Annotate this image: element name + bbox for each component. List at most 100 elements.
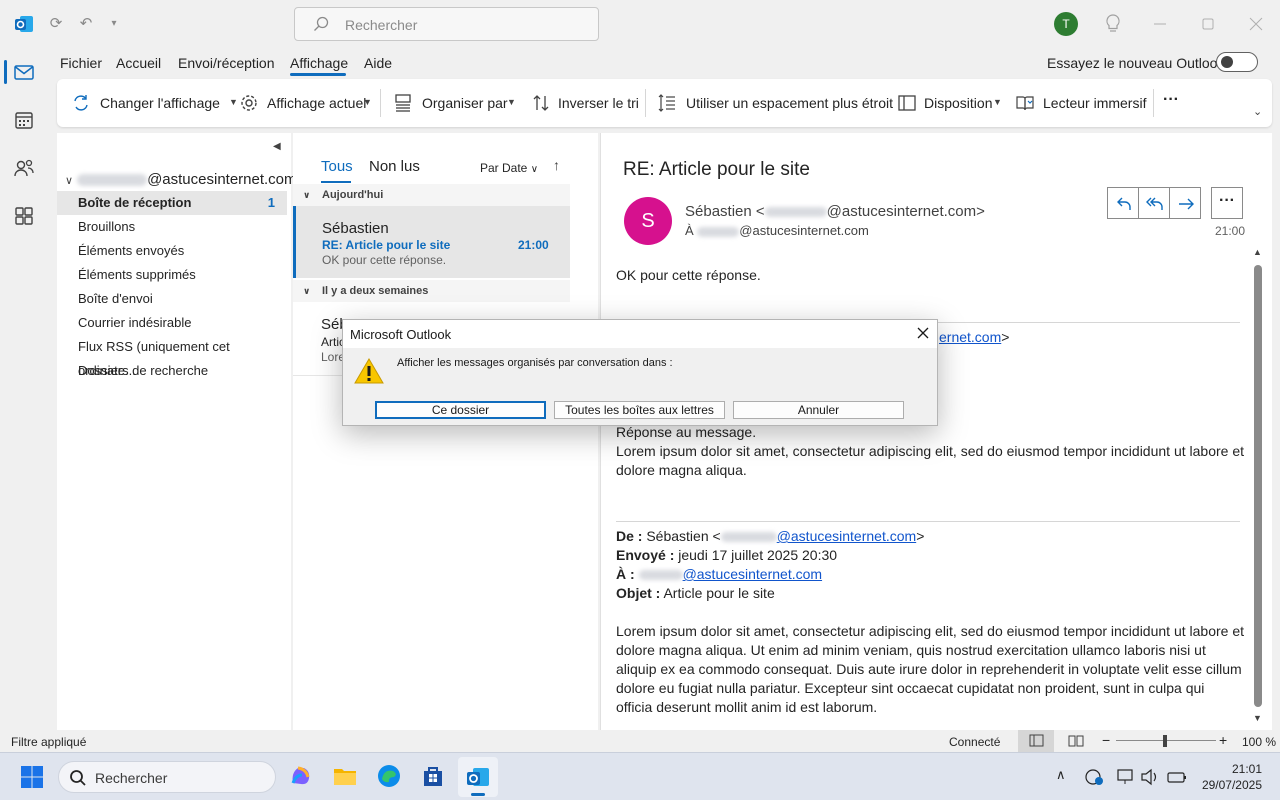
user-avatar[interactable]: T <box>1054 12 1078 36</box>
cancel-button[interactable]: Annuler <box>733 401 904 419</box>
group-label: Aujourd'hui <box>322 189 384 201</box>
edge-icon[interactable] <box>376 763 402 789</box>
reply-all-button[interactable] <box>1138 187 1170 219</box>
folder-sent[interactable]: Éléments envoyés <box>57 239 287 263</box>
folder-label: Éléments supprimés <box>78 267 196 282</box>
menu-affichage[interactable]: Affichage <box>290 55 348 71</box>
sort-by-dropdown[interactable]: Par Date ∨ <box>480 161 538 175</box>
outlook-taskbar-button[interactable] <box>458 757 498 797</box>
volume-icon[interactable] <box>1140 768 1160 786</box>
this-folder-button[interactable]: Ce dossier <box>375 401 546 419</box>
file-explorer-icon[interactable] <box>332 763 358 789</box>
layout-button[interactable]: Disposition ▼ <box>897 93 1005 113</box>
reading-scrollbar[interactable]: ▲ ▼ <box>1252 247 1264 729</box>
change-view-button[interactable]: Changer l'affichage ▼ <box>71 93 238 113</box>
label: De : <box>616 528 643 544</box>
scroll-up-icon[interactable]: ▲ <box>1253 247 1262 257</box>
scrollbar-thumb[interactable] <box>1254 265 1262 707</box>
reply-button[interactable] <box>1107 187 1139 219</box>
spacing-icon <box>658 94 675 112</box>
folder-inbox[interactable]: Boîte de réception 1 <box>57 191 287 215</box>
zoom-in-icon[interactable]: + <box>1219 732 1227 748</box>
undo-icon[interactable]: ↶ <box>76 14 96 34</box>
group-header-two-weeks[interactable]: ∨ Il y a deux semaines <box>293 280 570 302</box>
battery-icon[interactable] <box>1166 768 1188 786</box>
message-list: Tous Non lus Par Date ∨ ↑ ∨ Aujourd'hui … <box>293 133 598 730</box>
account-header[interactable]: ∨ @astucesinternet.com <box>65 171 297 188</box>
folder-rss[interactable]: Flux RSS (uniquement cet ordinate... <box>57 335 287 378</box>
search-input[interactable]: Rechercher <box>294 7 599 41</box>
network-icon[interactable] <box>1084 768 1104 786</box>
apps-icon[interactable] <box>12 204 36 228</box>
reading-view-icon[interactable] <box>1068 734 1084 748</box>
forward-button[interactable] <box>1169 187 1201 219</box>
people-icon[interactable] <box>12 156 36 180</box>
folder-drafts[interactable]: Brouillons <box>57 215 287 239</box>
all-mailboxes-button[interactable]: Toutes les boîtes aux lettres <box>554 401 725 419</box>
partial-sender-link[interactable]: ernet.com> <box>939 328 1039 347</box>
redacted-sender <box>720 532 777 543</box>
folder-deleted[interactable]: Éléments supprimés <box>57 263 287 287</box>
toggle-knob <box>1221 56 1233 68</box>
close-window-icon[interactable] <box>1246 14 1266 34</box>
zoom-level[interactable]: 100 % <box>1242 735 1276 749</box>
list-item-selected[interactable]: Sébastien RE: Article pour le site 21:00… <box>293 206 570 278</box>
current-view-button[interactable]: Affichage actuel ▼ <box>239 93 372 113</box>
recipient-email-link[interactable]: @astucesinternet.com <box>683 566 823 582</box>
dialog-title-bar: Microsoft Outlook <box>343 320 937 348</box>
calendar-icon[interactable] <box>12 108 36 132</box>
menu-envoi-reception[interactable]: Envoi/réception <box>178 55 275 71</box>
try-new-outlook-toggle[interactable] <box>1216 52 1258 72</box>
immersive-reader-icon <box>1016 96 1034 111</box>
spacing-label: Utiliser un espacement plus étroit <box>686 95 893 111</box>
reverse-sort-button[interactable]: Inverser le tri <box>531 93 641 113</box>
menu-accueil[interactable]: Accueil <box>116 55 161 71</box>
more-actions-button[interactable]: ··· <box>1211 187 1243 219</box>
zoom-slider-thumb[interactable] <box>1163 735 1167 747</box>
redacted-recipient <box>697 226 740 237</box>
tab-unread[interactable]: Non lus <box>369 158 420 175</box>
folder-outbox[interactable]: Boîte d'envoi <box>57 287 287 311</box>
mail-icon[interactable] <box>12 60 36 84</box>
taskbar-clock[interactable]: 21:01 29/07/2025 <box>1200 761 1262 793</box>
folder-junk[interactable]: Courrier indésirable <box>57 311 287 335</box>
chevron-down-icon: ▼ <box>363 97 372 107</box>
menu-aide[interactable]: Aide <box>364 55 392 71</box>
compact-spacing-button[interactable]: Utiliser un espacement plus étroit <box>657 93 893 113</box>
folder-search[interactable]: Dossiers de recherche <box>57 359 287 383</box>
customize-toolbar-icon[interactable]: ▾ <box>104 14 124 34</box>
sender-domain: @astucesinternet.com> <box>826 203 985 220</box>
expand-ribbon-icon[interactable]: ⌄ <box>1253 105 1262 118</box>
group-header-today[interactable]: ∨ Aujourd'hui <box>293 184 570 206</box>
display-icon[interactable] <box>1116 768 1136 786</box>
sender-avatar[interactable]: S <box>624 197 672 245</box>
lightbulb-icon[interactable] <box>1104 13 1122 35</box>
sender-email-link[interactable]: @astucesinternet.com <box>777 528 917 544</box>
layout-icon <box>898 95 916 111</box>
close-icon[interactable] <box>916 326 930 340</box>
copilot-icon[interactable] <box>288 763 314 789</box>
email-subject: RE: Article pour le site <box>623 159 810 180</box>
forward-icon <box>1179 198 1194 210</box>
maximize-icon[interactable] <box>1198 14 1218 34</box>
sender-link[interactable]: ernet.com <box>939 329 1001 345</box>
sync-icon[interactable]: ⟳ <box>46 14 66 34</box>
more-options-icon[interactable]: ··· <box>1163 91 1179 111</box>
sort-direction-icon[interactable]: ↑ <box>553 157 560 173</box>
divider <box>616 521 1240 522</box>
arrange-by-button[interactable]: Organiser par ▼ <box>393 93 517 113</box>
store-icon[interactable] <box>420 763 446 789</box>
show-hidden-icons-chevron[interactable]: ∧ <box>1056 767 1066 783</box>
normal-view-button[interactable] <box>1018 730 1054 752</box>
windows-start-icon[interactable] <box>20 765 44 789</box>
taskbar-search[interactable]: Rechercher <box>58 761 276 793</box>
scroll-down-icon[interactable]: ▼ <box>1253 713 1262 723</box>
collapse-pane-icon[interactable]: ◀ <box>273 141 281 152</box>
folder-label: Boîte d'envoi <box>78 291 153 306</box>
chevron-down-icon: ▼ <box>507 97 516 107</box>
tab-all[interactable]: Tous <box>321 158 353 175</box>
minimize-icon[interactable] <box>1150 14 1170 34</box>
sender-line[interactable]: Sébastien < @astucesinternet.com> <box>685 203 985 220</box>
zoom-out-icon[interactable]: − <box>1102 732 1110 748</box>
immersive-reader-button[interactable]: Lecteur immersif <box>1015 93 1146 113</box>
